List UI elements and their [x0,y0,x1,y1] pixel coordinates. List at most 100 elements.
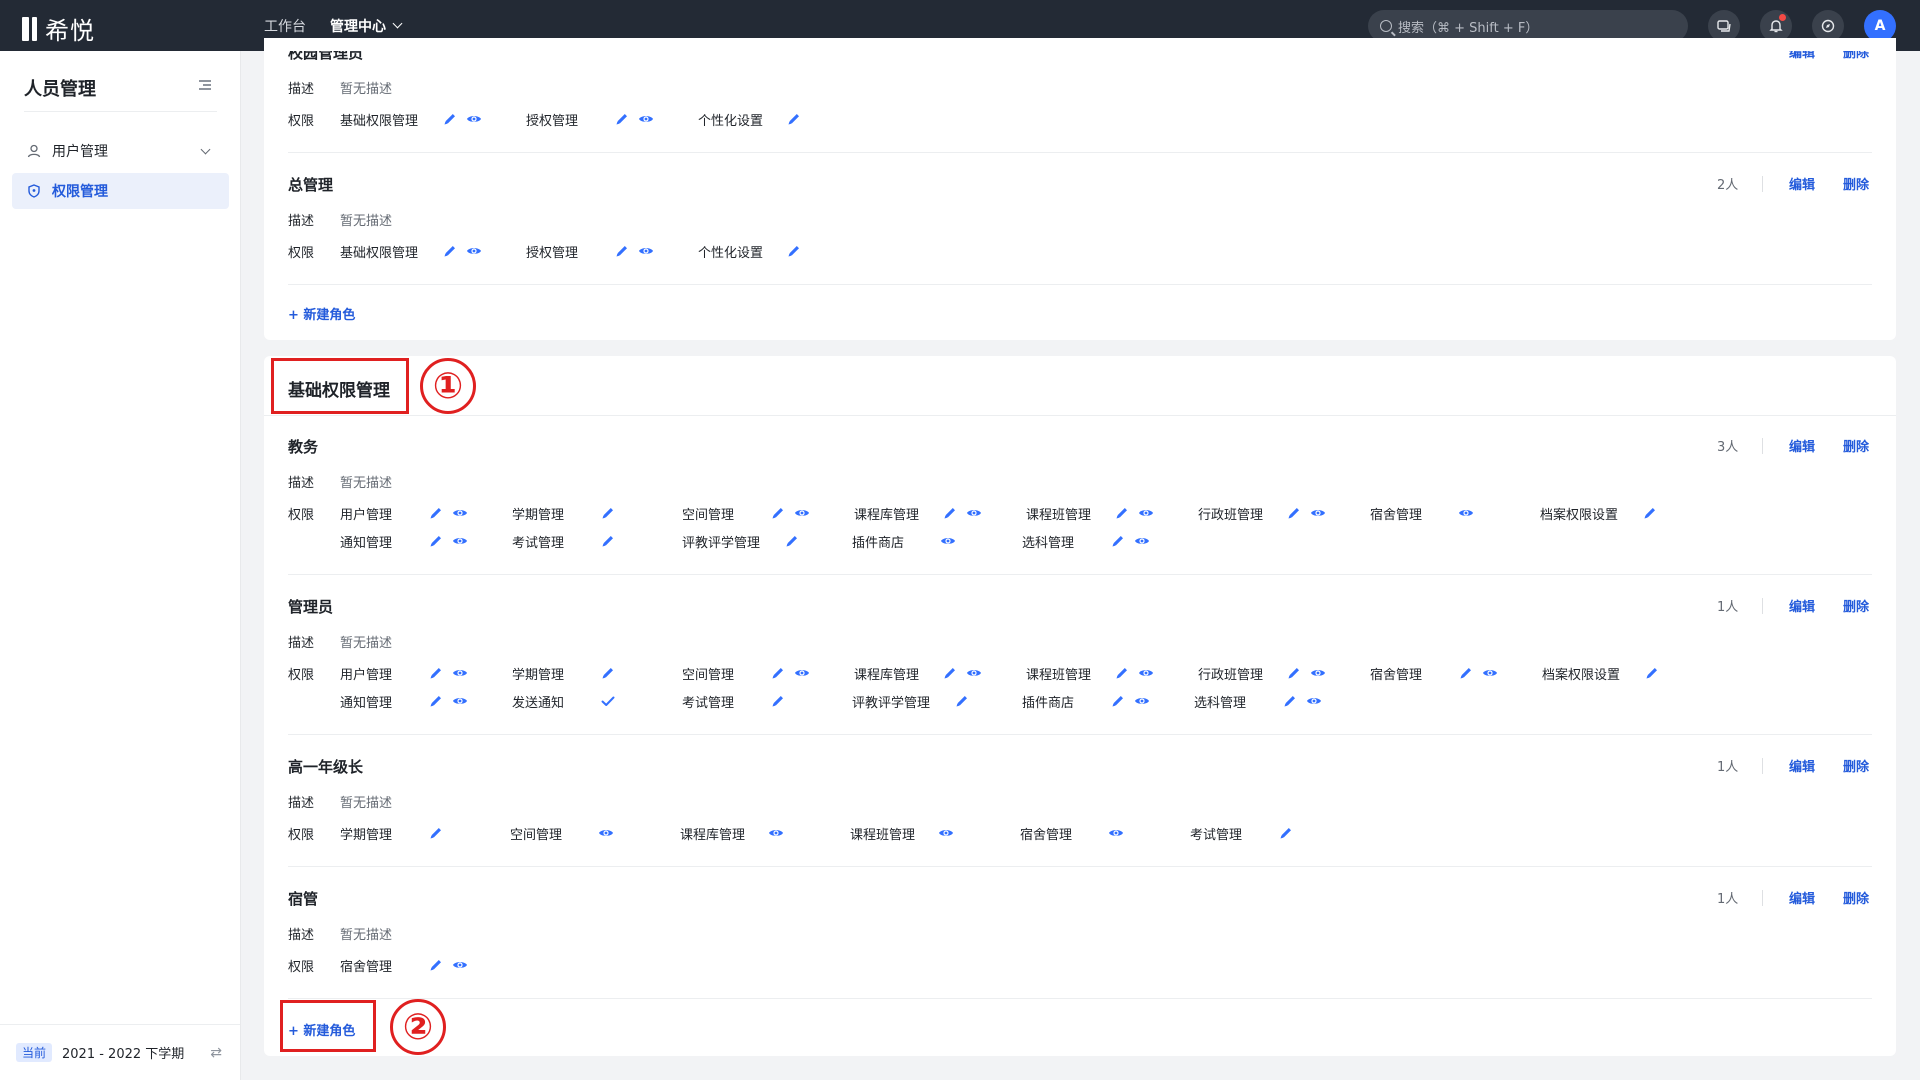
view-eye-icon[interactable] [638,111,654,127]
view-eye-icon[interactable] [598,825,614,841]
edit-pencil-icon[interactable] [428,825,444,841]
edit-pencil-icon[interactable] [428,665,444,681]
perm-item: 考试管理 [512,536,565,551]
swap-icon[interactable]: ⇄ [210,1045,222,1061]
term-switcher[interactable]: 当前 2021 - 2022 下学期 ⇄ [0,1024,240,1080]
edit-pencil-icon[interactable] [1110,533,1126,549]
view-eye-icon[interactable] [452,533,468,549]
edit-pencil-icon[interactable] [942,505,958,521]
collapse-sidebar-icon[interactable] [197,79,211,91]
edit-pencil-icon[interactable] [770,505,786,521]
edit-pencil-icon[interactable] [954,693,970,709]
edit-pencil-icon[interactable] [600,533,616,549]
view-eye-icon[interactable] [638,243,654,259]
desc-label: 描述 [288,476,315,491]
edit-pencil-icon[interactable] [428,533,444,549]
sidebar-item-user-management[interactable]: 用户管理 [12,133,229,169]
notification-dot [1779,14,1786,21]
view-eye-icon[interactable] [1482,665,1498,681]
edit-pencil-icon[interactable] [614,111,630,127]
perm-item: 宿舍管理 [340,960,393,975]
edit-role-button[interactable]: 编辑 [1789,596,1815,615]
perm-item: 通知管理 [340,536,393,551]
view-eye-icon[interactable] [1138,505,1154,521]
view-eye-icon[interactable] [966,665,982,681]
divider [288,998,1872,999]
edit-pencil-icon[interactable] [600,505,616,521]
edit-role-button[interactable]: 编辑 [1789,51,1815,61]
sidebar-item-permission-management[interactable]: 权限管理 [12,173,229,209]
check-icon[interactable] [600,693,616,709]
role-group-card-basic: 基础权限管理 教务 3人 编辑 删除 描述 暂无描述 权限 用户管理 学期管理 … [264,356,1896,1056]
edit-pencil-icon[interactable] [942,665,958,681]
view-eye-icon[interactable] [1306,693,1322,709]
role-description: 暂无描述 [340,214,393,229]
view-eye-icon[interactable] [1138,665,1154,681]
view-eye-icon[interactable] [452,665,468,681]
edit-pencil-icon[interactable] [1114,505,1130,521]
edit-pencil-icon[interactable] [600,665,616,681]
view-eye-icon[interactable] [768,825,784,841]
edit-pencil-icon[interactable] [786,111,802,127]
perm-item: 插件商店 [852,536,905,551]
view-eye-icon[interactable] [1108,825,1124,841]
delete-role-button[interactable]: 删除 [1843,596,1869,615]
edit-pencil-icon[interactable] [428,693,444,709]
edit-pencil-icon[interactable] [428,957,444,973]
delete-role-button[interactable]: 删除 [1843,756,1869,775]
edit-pencil-icon[interactable] [428,505,444,521]
edit-pencil-icon[interactable] [442,243,458,259]
edit-pencil-icon[interactable] [1114,665,1130,681]
edit-pencil-icon[interactable] [784,533,800,549]
edit-pencil-icon[interactable] [1110,693,1126,709]
edit-pencil-icon[interactable] [1286,665,1302,681]
edit-role-button[interactable]: 编辑 [1789,888,1815,907]
role-name: 宿管 [288,890,319,908]
view-eye-icon[interactable] [1310,665,1326,681]
brand-logo[interactable]: 希悦 [22,11,95,46]
view-eye-icon[interactable] [452,957,468,973]
action-separator [1762,890,1763,906]
edit-pencil-icon[interactable] [1282,693,1298,709]
edit-pencil-icon[interactable] [770,665,786,681]
edit-pencil-icon[interactable] [1642,505,1658,521]
nav-manage-center[interactable]: 管理中心 [330,16,403,36]
new-role-button[interactable]: + 新建角色 [288,304,355,323]
view-eye-icon[interactable] [1458,505,1474,521]
view-eye-icon[interactable] [794,505,810,521]
edit-pencil-icon[interactable] [770,693,786,709]
view-eye-icon[interactable] [452,505,468,521]
view-eye-icon[interactable] [1134,533,1150,549]
nav-workbench[interactable]: 工作台 [264,16,306,36]
role-name: 高一年级长 [288,758,364,776]
delete-role-button[interactable]: 删除 [1843,174,1869,193]
edit-role-button[interactable]: 编辑 [1789,756,1815,775]
sidebar-item-label: 用户管理 [52,144,108,160]
edit-pencil-icon[interactable] [786,243,802,259]
view-eye-icon[interactable] [466,111,482,127]
view-eye-icon[interactable] [1310,505,1326,521]
delete-role-button[interactable]: 删除 [1843,888,1869,907]
view-eye-icon[interactable] [966,505,982,521]
view-eye-icon[interactable] [940,533,956,549]
view-eye-icon[interactable] [938,825,954,841]
delete-role-button[interactable]: 删除 [1843,436,1869,455]
perm-item: 考试管理 [1190,828,1243,843]
perm-item: 行政班管理 [1198,668,1264,683]
view-eye-icon[interactable] [466,243,482,259]
view-eye-icon[interactable] [794,665,810,681]
edit-pencil-icon[interactable] [1286,505,1302,521]
action-separator [1762,758,1763,774]
view-eye-icon[interactable] [1134,693,1150,709]
edit-pencil-icon[interactable] [1278,825,1294,841]
perm-item: 档案权限设置 [1542,668,1621,683]
edit-pencil-icon[interactable] [442,111,458,127]
view-eye-icon[interactable] [452,693,468,709]
edit-pencil-icon[interactable] [1644,665,1660,681]
edit-role-button[interactable]: 编辑 [1789,174,1815,193]
edit-pencil-icon[interactable] [614,243,630,259]
edit-pencil-icon[interactable] [1458,665,1474,681]
delete-role-button[interactable]: 删除 [1843,51,1869,61]
edit-role-button[interactable]: 编辑 [1789,436,1815,455]
sidebar: 人员管理 用户管理 权限管理 当前 2021 - 2022 下学期 ⇄ [0,51,241,1080]
